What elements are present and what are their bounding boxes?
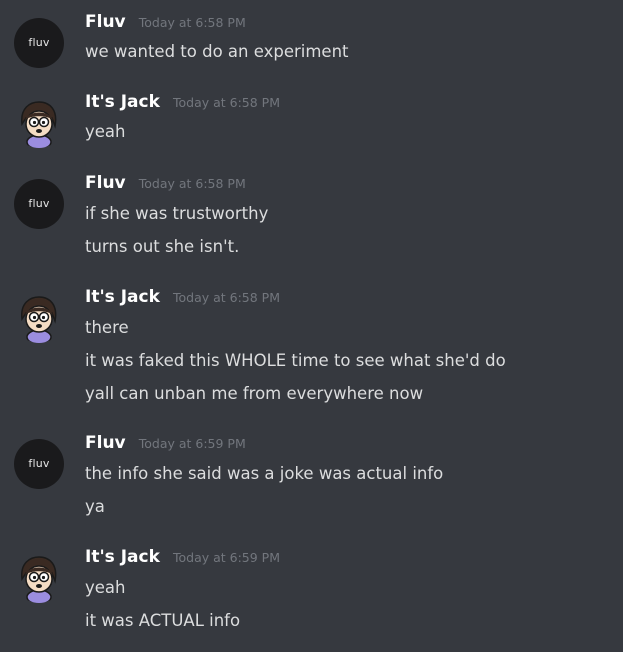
jack-avatar-icon bbox=[21, 101, 57, 148]
avatar-label: fluv bbox=[28, 456, 50, 470]
message-text: it was faked this WHOLE time to see what… bbox=[85, 351, 506, 370]
message-text: yall can unban me from everywhere now bbox=[85, 384, 424, 403]
message-text: ya bbox=[85, 497, 105, 516]
avatar[interactable]: fluv bbox=[14, 18, 64, 68]
avatar-label: fluv bbox=[28, 35, 50, 49]
timestamp[interactable]: Today at 6:58 PM bbox=[173, 290, 280, 305]
username[interactable]: Fluv bbox=[85, 12, 126, 32]
message-text: yeah bbox=[85, 578, 126, 597]
message-list: fluv Fluv Today at 6:58 PM we wanted to … bbox=[0, 0, 623, 652]
message-text: the info she said was a joke was actual … bbox=[85, 464, 444, 483]
avatar[interactable]: fluv bbox=[14, 179, 64, 229]
timestamp[interactable]: Today at 6:58 PM bbox=[173, 95, 280, 110]
message-header: Fluv Today at 6:58 PM bbox=[85, 12, 246, 36]
jack-avatar-icon bbox=[21, 296, 57, 343]
message-header: It's Jack Today at 6:58 PM bbox=[85, 287, 280, 311]
jack-avatar-icon bbox=[21, 556, 57, 603]
message-header: It's Jack Today at 6:58 PM bbox=[85, 92, 280, 116]
timestamp[interactable]: Today at 6:58 PM bbox=[139, 15, 246, 30]
message-text: turns out she isn't. bbox=[85, 237, 240, 256]
message-text: yeah bbox=[85, 122, 126, 141]
message-header: Fluv Today at 6:59 PM bbox=[85, 433, 246, 457]
timestamp[interactable]: Today at 6:59 PM bbox=[173, 550, 280, 565]
username[interactable]: Fluv bbox=[85, 173, 126, 193]
avatar[interactable] bbox=[14, 293, 64, 343]
message-text: if she was trustworthy bbox=[85, 204, 269, 223]
avatar-label: fluv bbox=[28, 196, 50, 210]
avatar[interactable] bbox=[14, 553, 64, 603]
username[interactable]: It's Jack bbox=[85, 92, 160, 112]
username[interactable]: It's Jack bbox=[85, 287, 160, 307]
avatar[interactable]: fluv bbox=[14, 439, 64, 489]
message-header: Fluv Today at 6:58 PM bbox=[85, 173, 246, 197]
message-text: there bbox=[85, 318, 129, 337]
message-text: we wanted to do an experiment bbox=[85, 42, 349, 61]
username[interactable]: It's Jack bbox=[85, 547, 160, 567]
avatar[interactable] bbox=[14, 98, 64, 148]
message-text: it was ACTUAL info bbox=[85, 611, 241, 630]
timestamp[interactable]: Today at 6:59 PM bbox=[139, 436, 246, 451]
message-header: It's Jack Today at 6:59 PM bbox=[85, 547, 280, 571]
username[interactable]: Fluv bbox=[85, 433, 126, 453]
timestamp[interactable]: Today at 6:58 PM bbox=[139, 176, 246, 191]
